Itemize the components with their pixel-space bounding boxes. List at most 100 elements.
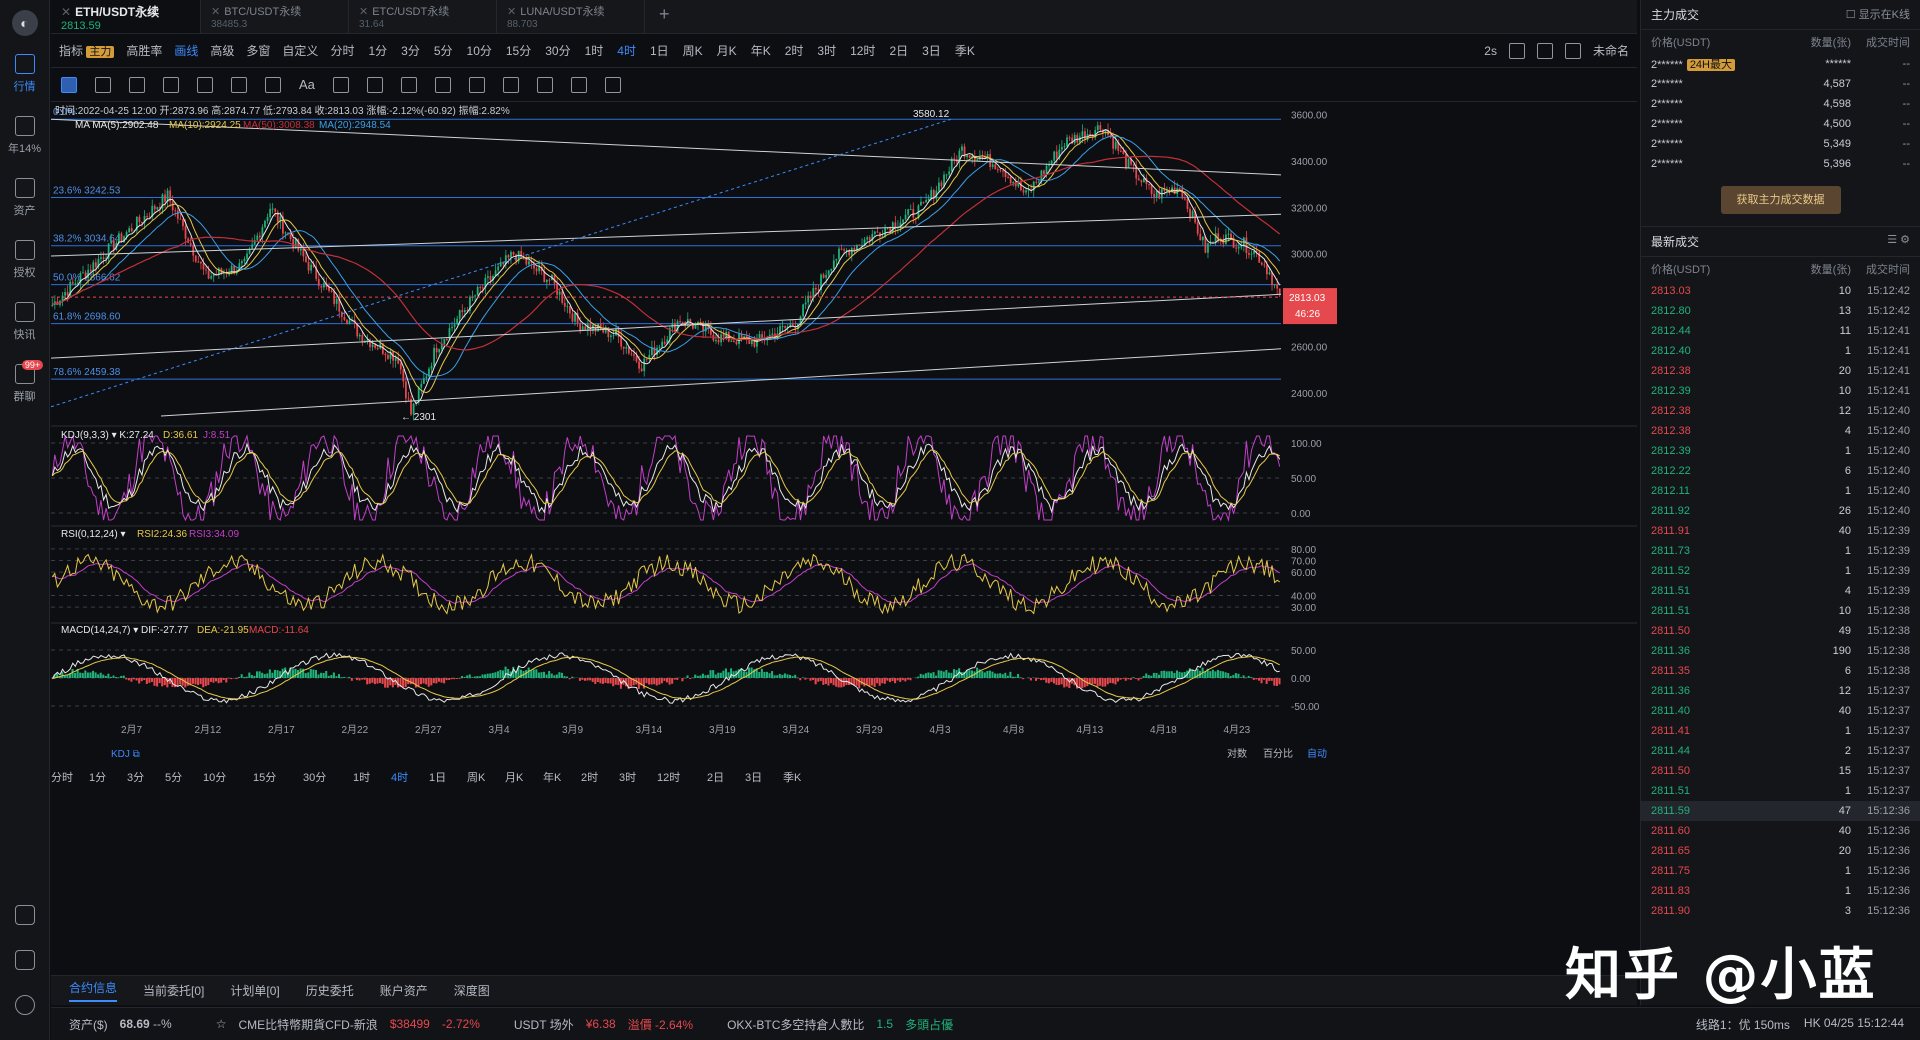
interval-option[interactable]: 10分 — [467, 42, 492, 59]
refresh-rate[interactable]: 2s — [1484, 44, 1497, 58]
copy-icon[interactable] — [536, 76, 553, 93]
interval-option[interactable]: 5分 — [434, 42, 453, 59]
clear-lock-icon[interactable] — [502, 76, 519, 93]
trade-row: 2811.36 12 15:12:37 — [1651, 685, 1910, 697]
nav-item-4[interactable]: 快讯 — [0, 302, 49, 342]
candle-body — [1184, 198, 1186, 200]
interval-option[interactable]: 1分 — [368, 42, 387, 59]
bottom-tab[interactable]: 计划单[0] — [230, 982, 279, 999]
interval-option[interactable]: 季K — [955, 42, 975, 59]
rect-icon[interactable] — [265, 76, 281, 93]
candle-body — [451, 326, 453, 329]
symbol-tab-0[interactable]: ✕ ETH/USDT永续 2813.59 — [51, 0, 201, 33]
macd-bar — [560, 672, 563, 678]
bottom-tab[interactable]: 合约信息 — [69, 979, 118, 1002]
trade-row: 2811.41 1 15:12:37 — [1651, 725, 1910, 737]
interval-option[interactable]: 4时 — [617, 42, 636, 59]
phone-icon[interactable] — [15, 950, 35, 970]
symbol-tab-1[interactable]: ✕ BTC/USDT永续 38485.3 — [201, 0, 349, 33]
macd-bar — [1168, 671, 1171, 678]
edit-icon[interactable] — [570, 76, 587, 93]
nav-item-3[interactable]: 授权 — [0, 240, 49, 280]
layout-dropdown[interactable]: 未命名 — [1593, 42, 1629, 59]
angle-icon[interactable] — [163, 76, 179, 93]
trade-row: 2811.91 40 15:12:39 — [1651, 525, 1910, 537]
advanced-button[interactable]: 高级 — [210, 42, 234, 59]
wave-icon[interactable] — [231, 76, 247, 93]
candle-body — [74, 283, 77, 285]
kline-chart[interactable]: 3600.003400.003200.003000.002800.002600.… — [51, 103, 1637, 900]
eraser-icon[interactable] — [434, 76, 451, 93]
interval-option[interactable]: 30分 — [545, 42, 570, 59]
crosshair-icon[interactable] — [61, 76, 77, 93]
candle-body — [481, 287, 484, 289]
interval-option[interactable]: 1日 — [650, 42, 669, 59]
interval-option[interactable]: 3时 — [817, 42, 836, 59]
symbol-tab-3[interactable]: ✕ LUNA/USDT永续 88.703 — [497, 0, 645, 33]
multi-window-button[interactable]: 多窗 — [246, 42, 270, 59]
interval-option[interactable]: 1时 — [585, 42, 604, 59]
bottom-tab[interactable]: 深度图 — [454, 982, 490, 999]
candle-body — [1035, 181, 1038, 183]
star-icon[interactable]: ☆ — [216, 1017, 227, 1031]
candle-body — [138, 216, 141, 223]
parallel-channel-icon[interactable] — [129, 76, 145, 93]
latest-settings-icon[interactable]: ☰ ⚙ — [1887, 233, 1910, 250]
nav-item-5[interactable]: 99+ 群聊 — [0, 360, 49, 404]
symbol-tab-2[interactable]: ✕ ETC/USDT永续 31.64 — [349, 0, 497, 33]
macd-bar — [186, 678, 189, 686]
app-logo[interactable]: ◐ — [11, 10, 38, 36]
interval-option[interactable]: 15分 — [506, 42, 531, 59]
interval-option[interactable]: 2时 — [785, 42, 804, 59]
trade-row: 2811.50 49 15:12:38 — [1651, 625, 1910, 637]
interval-option[interactable]: 周K — [683, 42, 703, 59]
bottom-tab[interactable]: 历史委托 — [306, 982, 354, 999]
interval-option[interactable]: 月K — [717, 42, 737, 59]
settings-icon[interactable] — [15, 995, 35, 1015]
nav-item-0[interactable]: 行情 — [0, 54, 49, 94]
bottom-tab[interactable]: 账户资产 — [380, 982, 428, 999]
draw-button[interactable]: 画线 — [174, 42, 198, 59]
trade-row: 2811.65 20 15:12:36 — [1651, 845, 1910, 857]
fullscreen-icon[interactable] — [1508, 42, 1525, 59]
interval-option[interactable]: 12时 — [850, 42, 875, 59]
trash-icon[interactable] — [604, 76, 621, 93]
candle-body — [745, 336, 748, 338]
nav-item-1[interactable]: 年14% — [0, 116, 49, 156]
macd-bar — [673, 678, 676, 680]
macd-bar — [1178, 671, 1181, 678]
text-icon[interactable]: Aa — [299, 77, 315, 93]
fib-icon[interactable] — [197, 76, 213, 93]
interval-option[interactable]: 3日 — [922, 42, 941, 59]
trendline-icon[interactable] — [95, 76, 111, 93]
custom-dropdown[interactable]: 自定义 — [282, 42, 318, 59]
macd-bar — [906, 678, 909, 680]
date-tick: 2月22 — [342, 724, 369, 736]
add-tab-button[interactable]: + — [645, 0, 684, 33]
interval-option[interactable]: 分时 — [330, 42, 354, 59]
macd-bar — [402, 678, 405, 688]
diamond-icon[interactable] — [15, 905, 35, 925]
interval-option[interactable]: 3分 — [401, 42, 420, 59]
pattern-icon[interactable] — [468, 76, 485, 93]
macd-bar — [89, 672, 92, 678]
show-in-kline-toggle[interactable]: ☐ 显示在K线 — [1846, 6, 1910, 23]
macd-bar — [584, 678, 587, 681]
interval-option[interactable]: 年K — [751, 42, 771, 59]
chart-area[interactable]: 3600.003400.003200.003000.002800.002600.… — [51, 103, 1637, 900]
camera-icon[interactable] — [1536, 42, 1553, 59]
get-main-trades-button[interactable]: 获取主力成交数据 — [1720, 186, 1841, 214]
bottom-tab[interactable]: 当前委托[0] — [143, 982, 204, 999]
interval-option[interactable]: 2日 — [889, 42, 908, 59]
expand-icon[interactable] — [1564, 42, 1581, 59]
indicator-button[interactable]: 指标 主力 — [59, 42, 115, 59]
nav-item-2[interactable]: 资产 — [0, 178, 49, 218]
lock-icon[interactable] — [366, 76, 383, 93]
pencil-icon[interactable] — [400, 76, 417, 93]
candle-body — [991, 164, 994, 167]
winrate-button[interactable]: 高胜率 — [126, 42, 162, 59]
candle-body — [996, 169, 999, 171]
macd-bar — [250, 675, 253, 678]
magnet-icon[interactable] — [332, 76, 349, 93]
macd-bar — [942, 671, 945, 678]
